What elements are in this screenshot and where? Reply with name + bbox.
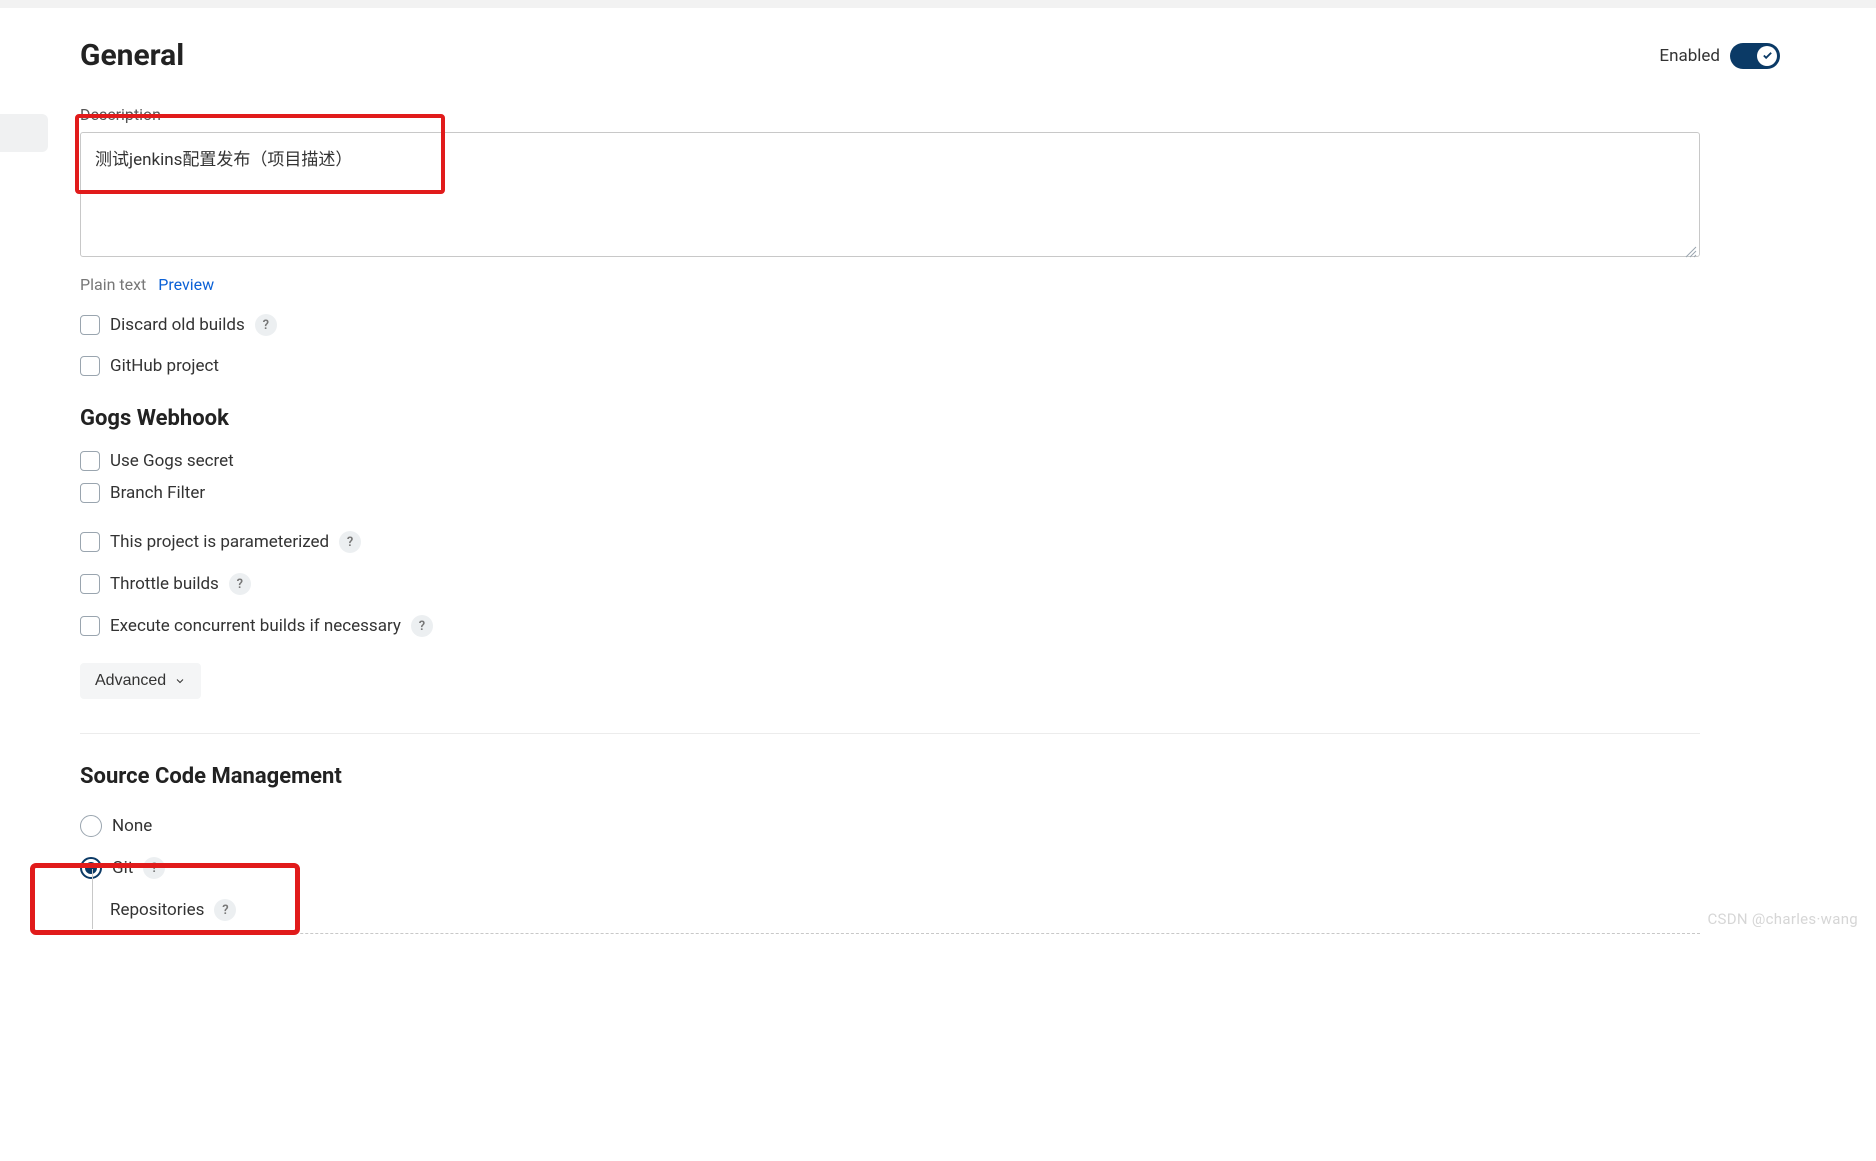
check-icon (1762, 50, 1773, 61)
github-project-row: GitHub project (80, 356, 1876, 376)
scm-none-label: None (112, 816, 152, 836)
top-bar (0, 0, 1876, 8)
help-icon[interactable]: ? (214, 899, 236, 921)
description-label: Description (80, 105, 1876, 124)
use-gogs-secret-checkbox[interactable] (80, 451, 100, 471)
scm-none-radio[interactable] (80, 815, 102, 837)
scm-heading: Source Code Management (80, 764, 1876, 789)
description-textarea[interactable] (80, 132, 1700, 257)
repositories-label: Repositories (110, 900, 204, 920)
branch-filter-checkbox[interactable] (80, 483, 100, 503)
scm-git-radio[interactable] (80, 857, 102, 879)
branch-filter-label: Branch Filter (110, 483, 205, 503)
branch-filter-row: Branch Filter (80, 483, 1876, 503)
page-title: General (80, 38, 184, 73)
help-icon[interactable]: ? (255, 314, 277, 336)
help-icon[interactable]: ? (229, 573, 251, 595)
description-wrapper (80, 132, 1700, 261)
github-project-label: GitHub project (110, 356, 219, 376)
tree-connector (92, 869, 93, 929)
discard-old-builds-row: Discard old builds ? (80, 314, 1876, 336)
scm-git-label: Git (112, 858, 133, 878)
scm-git-row: Git ? (80, 857, 1876, 879)
chevron-down-icon (174, 675, 186, 687)
throttle-checkbox[interactable] (80, 574, 100, 594)
github-project-checkbox[interactable] (80, 356, 100, 376)
throttle-row: Throttle builds ? (80, 573, 1876, 595)
section-divider (80, 733, 1700, 734)
enabled-label: Enabled (1659, 46, 1720, 66)
description-format-links: Plain text Preview (80, 275, 1876, 294)
header-row: General Enabled (80, 38, 1780, 73)
help-icon[interactable]: ? (411, 615, 433, 637)
plain-text-link[interactable]: Plain text (80, 275, 146, 294)
throttle-label: Throttle builds (110, 574, 219, 594)
help-icon[interactable]: ? (339, 531, 361, 553)
scm-group: None Git ? Repositories ? (80, 815, 1876, 934)
parameterized-row: This project is parameterized ? (80, 531, 1876, 553)
enabled-toggle[interactable] (1730, 43, 1780, 69)
radio-dot (85, 862, 97, 874)
parameterized-label: This project is parameterized (110, 532, 329, 552)
scm-none-row: None (80, 815, 1876, 837)
discard-old-builds-label: Discard old builds (110, 315, 245, 335)
help-icon[interactable]: ? (143, 857, 165, 879)
discard-old-builds-checkbox[interactable] (80, 315, 100, 335)
concurrent-row: Execute concurrent builds if necessary ? (80, 615, 1876, 637)
page-content: General Enabled Description Plain text P… (0, 8, 1876, 934)
use-gogs-secret-label: Use Gogs secret (110, 451, 234, 471)
advanced-button[interactable]: Advanced (80, 663, 201, 699)
preview-link[interactable]: Preview (158, 275, 214, 294)
use-gogs-secret-row: Use Gogs secret (80, 451, 1876, 471)
dashed-separator (110, 933, 1700, 934)
enabled-group: Enabled (1659, 43, 1780, 69)
concurrent-label: Execute concurrent builds if necessary (110, 616, 401, 636)
parameterized-checkbox[interactable] (80, 532, 100, 552)
concurrent-checkbox[interactable] (80, 616, 100, 636)
watermark-text: CSDN @charles·wang (1707, 910, 1858, 928)
toggle-knob (1757, 46, 1777, 66)
gogs-webhook-heading: Gogs Webhook (80, 406, 1876, 431)
repositories-row: Repositories ? (110, 899, 1876, 921)
advanced-button-label: Advanced (95, 672, 166, 690)
